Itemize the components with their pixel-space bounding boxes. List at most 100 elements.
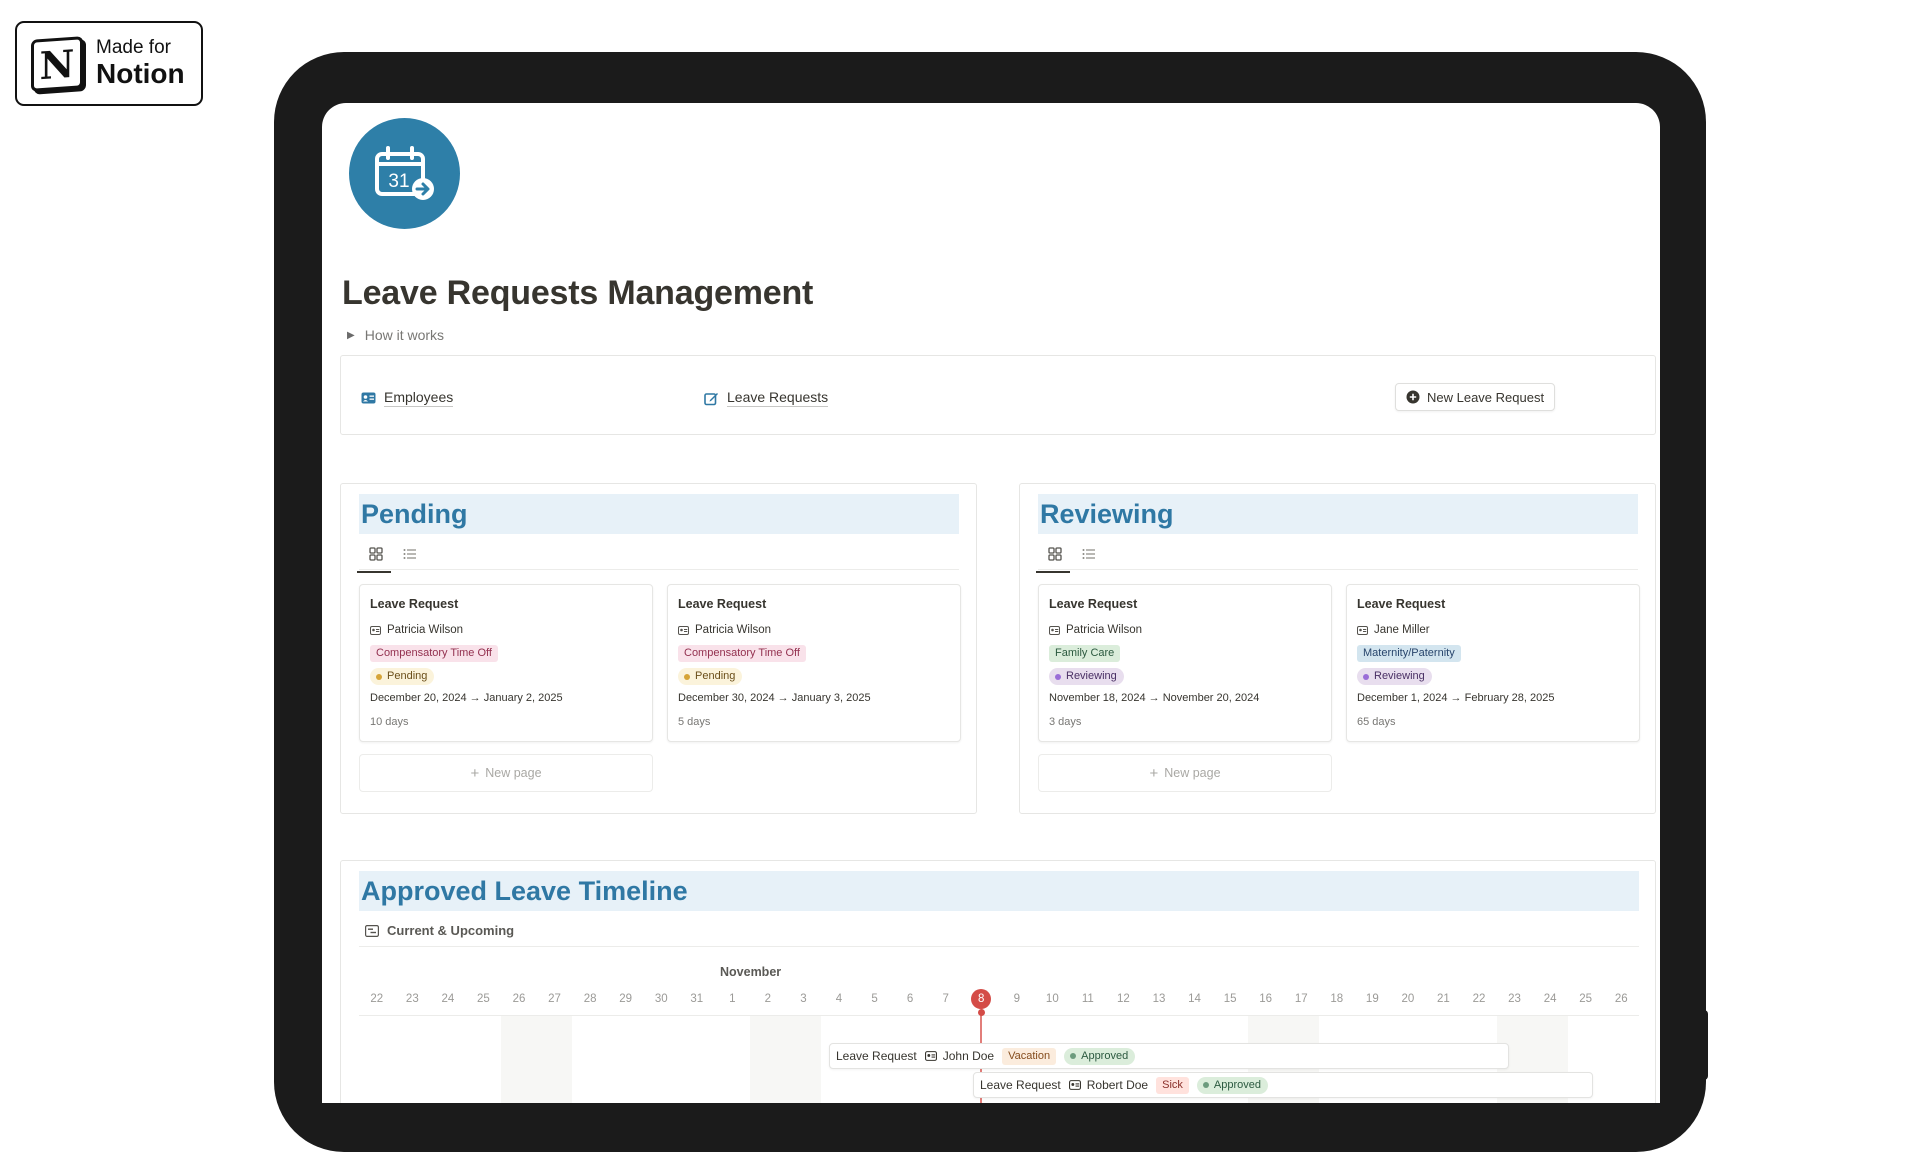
today-pin xyxy=(977,1009,985,1016)
leave-request-card[interactable]: Leave Request Jane Miller Maternity/Pate… xyxy=(1346,584,1640,742)
contact-card-icon xyxy=(924,1051,937,1061)
status-label: Reviewing xyxy=(1374,670,1425,682)
leave-request-card[interactable]: Leave Request Patricia Wilson Family Car… xyxy=(1038,584,1332,742)
card-days: 3 days xyxy=(1049,716,1082,728)
employees-link-label: Employees xyxy=(384,389,454,407)
employee-name: John Doe xyxy=(942,1049,995,1063)
gallery-view-tab[interactable] xyxy=(357,545,391,573)
calendar-arrow-icon[interactable]: 31 xyxy=(349,118,460,229)
timeline-view-tab[interactable]: Current & Upcoming xyxy=(365,923,514,938)
employee-name: Patricia Wilson xyxy=(695,624,772,636)
pending-new-page-button[interactable]: + New page xyxy=(359,754,653,792)
timeline-day: 18 xyxy=(1330,993,1344,1005)
timeline-day: 23 xyxy=(1508,993,1521,1005)
toggle-triangle-icon[interactable]: ▶ xyxy=(347,330,355,341)
leave-request-card[interactable]: Leave Request Patricia Wilson Compensato… xyxy=(667,584,961,742)
entry-employee: John Doe xyxy=(924,1049,995,1063)
how-it-works-toggle[interactable]: ▶ How it works xyxy=(347,327,444,343)
card-title: Leave Request xyxy=(1049,597,1138,611)
leave-type-tag: Vacation xyxy=(1002,1047,1057,1065)
page-title: Leave Requests Management xyxy=(342,274,814,312)
new-page-label: New page xyxy=(485,766,542,780)
card-title: Leave Request xyxy=(1357,597,1446,611)
gallery-grid-icon xyxy=(369,547,383,561)
timeline-day: 3 xyxy=(800,993,807,1005)
contact-card-icon xyxy=(1068,1080,1081,1090)
employee-name: Patricia Wilson xyxy=(1066,624,1143,636)
leave-requests-link[interactable]: Leave Requests xyxy=(704,389,829,407)
gallery-grid-icon xyxy=(1048,547,1062,561)
timeline-day: 26 xyxy=(1614,993,1628,1005)
timeline-day: 7 xyxy=(942,993,949,1005)
card-title: Leave Request xyxy=(370,597,459,611)
contact-card-icon xyxy=(1049,625,1060,635)
badge-line-1: Made for xyxy=(96,36,171,58)
pending-heading: Pending xyxy=(359,494,959,534)
timeline-day: 1 xyxy=(729,993,736,1005)
timeline-day: 9 xyxy=(1013,993,1020,1005)
timeline-day: 22 xyxy=(1472,993,1486,1005)
status-dot-icon xyxy=(1070,1053,1077,1059)
list-icon xyxy=(403,549,416,559)
timeline-day: 23 xyxy=(405,993,419,1005)
new-leave-request-button[interactable]: New Leave Request xyxy=(1395,383,1556,411)
gallery-view-tab[interactable] xyxy=(1036,545,1070,573)
timeline-day: 21 xyxy=(1437,993,1450,1005)
reviewing-new-page-button[interactable]: + New page xyxy=(1038,754,1332,792)
list-view-tab[interactable] xyxy=(1078,545,1100,563)
timeline-day: 11 xyxy=(1081,993,1094,1005)
status-label: Pending xyxy=(387,670,428,682)
status-dot-icon xyxy=(684,673,690,680)
leave-requests-link-label: Leave Requests xyxy=(727,389,829,407)
status-badge: Approved xyxy=(1064,1047,1136,1065)
plus-icon: + xyxy=(470,764,480,782)
edit-square-icon xyxy=(704,392,718,405)
pending-view-tabs xyxy=(357,540,959,573)
new-page-label: New page xyxy=(1164,766,1221,780)
status-dot-icon xyxy=(376,673,382,680)
timeline-month: November xyxy=(720,965,782,979)
weekend-column xyxy=(750,1016,822,1103)
leave-request-card[interactable]: Leave Request Patricia Wilson Compensato… xyxy=(359,584,653,742)
timeline-heading: Approved Leave Timeline xyxy=(359,871,1639,911)
timeline-day: 14 xyxy=(1188,993,1201,1005)
timeline-day: 20 xyxy=(1401,993,1415,1005)
timeline-day: 2 xyxy=(764,993,772,1005)
card-days: 5 days xyxy=(678,716,711,728)
weekend-column xyxy=(501,1016,573,1103)
timeline-day: 19 xyxy=(1365,993,1379,1005)
timeline-day: 13 xyxy=(1152,993,1166,1005)
timeline-day: 28 xyxy=(583,993,597,1005)
status-badge: Approved xyxy=(1196,1076,1268,1094)
leave-type-tag: Compensatory Time Off xyxy=(678,645,806,662)
card-employee: Patricia Wilson xyxy=(678,624,771,636)
card-employee: Patricia Wilson xyxy=(370,624,463,636)
leave-type-tag: Family Care xyxy=(1049,645,1121,662)
leave-type-tag: Maternity/Paternity xyxy=(1357,645,1461,662)
list-view-tab[interactable] xyxy=(399,545,421,563)
timeline-entry[interactable]: Leave Request John Doe Vacation Approved xyxy=(829,1043,1509,1069)
timeline-day: 30 xyxy=(654,993,668,1005)
status-dot-icon xyxy=(1363,673,1369,680)
status-dot-icon xyxy=(1055,673,1061,680)
notion-logo-icon: N xyxy=(31,35,83,92)
card-days: 10 days xyxy=(370,716,409,728)
status-dot-icon xyxy=(1202,1082,1209,1088)
timeline-entry[interactable]: Leave Request Robert Doe Sick Approved xyxy=(973,1072,1593,1098)
pending-board: Pending Leave Request Patricia Wilson Co… xyxy=(340,483,977,814)
card-dates: December 20, 2024 → January 2, 2025 xyxy=(370,692,563,704)
timeline-day: 4 xyxy=(835,993,843,1005)
card-dates: December 30, 2024 → January 3, 2025 xyxy=(678,692,871,704)
plus-icon: + xyxy=(1149,764,1159,782)
timeline-day: 12 xyxy=(1117,993,1130,1005)
list-icon xyxy=(1082,549,1095,559)
employee-name: Patricia Wilson xyxy=(387,624,464,636)
svg-text:31: 31 xyxy=(388,171,409,192)
leave-type-tag: Sick xyxy=(1156,1076,1189,1094)
entry-title: Leave Request xyxy=(836,1049,917,1063)
status-badge: Reviewing xyxy=(1049,668,1124,685)
employee-name: Robert Doe xyxy=(1086,1078,1149,1092)
employees-link[interactable]: Employees xyxy=(361,389,454,407)
card-title: Leave Request xyxy=(678,597,767,611)
timeline-day-header: 22 23 24 25 26 27 28 29 30 31 1 2 3 4 5 6 7 8 9 10 11 12 13 14 1… xyxy=(359,989,1639,1013)
